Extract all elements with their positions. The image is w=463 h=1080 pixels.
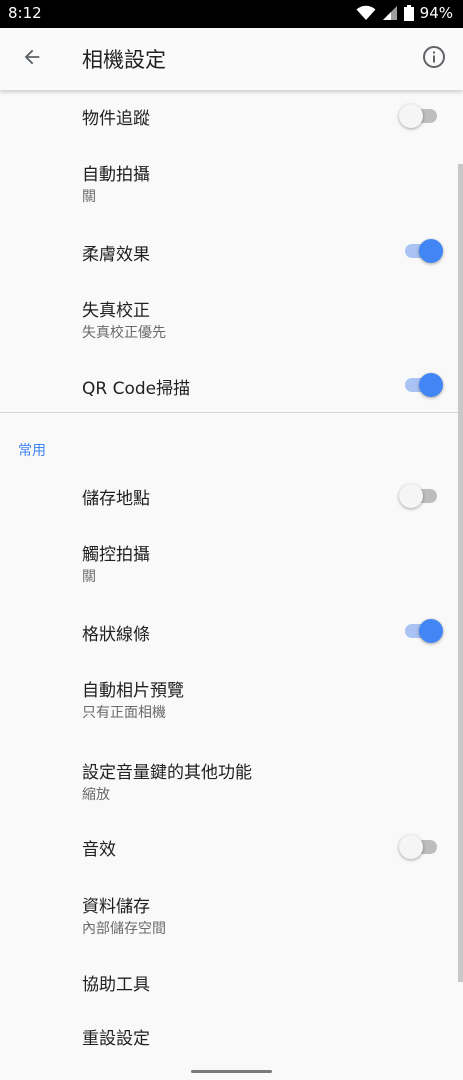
- setting-auto-capture[interactable]: 自動拍攝 關: [0, 148, 463, 210]
- setting-soft-effect[interactable]: 柔膚效果: [0, 226, 463, 278]
- setting-auto-photo-preview[interactable]: 自動相片預覽 只有正面相機: [0, 664, 463, 726]
- app-bar: 相機設定: [0, 28, 463, 90]
- info-icon: [422, 45, 446, 73]
- battery-percentage: 94%: [419, 4, 453, 22]
- setting-distortion-correction[interactable]: 失真校正 失真校正優先: [0, 284, 463, 346]
- setting-title: 自動相片預覽: [82, 681, 184, 701]
- sound-effects-toggle[interactable]: [399, 833, 441, 861]
- wifi-icon: [356, 5, 376, 21]
- status-bar: 8:12 94%: [0, 0, 463, 28]
- home-gesture-handle[interactable]: [191, 1070, 272, 1073]
- setting-value: 失真校正優先: [82, 325, 166, 341]
- info-button[interactable]: [419, 44, 449, 74]
- setting-storage-location[interactable]: 儲存地點: [0, 470, 463, 522]
- setting-title: 物件追蹤: [82, 109, 150, 129]
- grid-lines-toggle[interactable]: [401, 617, 443, 645]
- setting-reset-settings[interactable]: 重設設定: [0, 1010, 463, 1062]
- setting-title: 自動拍攝: [82, 165, 150, 185]
- setting-value: 內部儲存空間: [82, 921, 166, 937]
- setting-value: 關: [82, 189, 96, 205]
- navigation-bar: [0, 1062, 463, 1080]
- setting-title: QR Code掃描: [82, 379, 191, 399]
- setting-title: 設定音量鍵的其他功能: [82, 763, 252, 783]
- setting-title: 協助工具: [82, 975, 150, 995]
- setting-title: 重設設定: [82, 1029, 150, 1049]
- setting-volume-key-function[interactable]: 設定音量鍵的其他功能 縮放: [0, 746, 463, 808]
- setting-value: 關: [82, 569, 96, 585]
- setting-title: 儲存地點: [82, 489, 150, 509]
- storage-location-toggle[interactable]: [399, 482, 441, 510]
- arrow-left-icon: [21, 46, 43, 72]
- setting-title: 柔膚效果: [82, 245, 150, 265]
- setting-touch-capture[interactable]: 觸控拍攝 關: [0, 528, 463, 590]
- setting-qr-code-scan[interactable]: QR Code掃描: [0, 360, 463, 412]
- status-time: 8:12: [8, 4, 42, 22]
- setting-value: 縮放: [82, 787, 110, 803]
- setting-title: 資料儲存: [82, 897, 150, 917]
- scrollbar[interactable]: [458, 164, 463, 982]
- soft-effect-toggle[interactable]: [401, 237, 443, 265]
- setting-title: 格狀線條: [82, 625, 150, 645]
- cell-signal-icon: [382, 5, 398, 21]
- object-tracking-toggle[interactable]: [399, 102, 441, 130]
- section-header-common: 常用: [18, 443, 46, 459]
- setting-accessibility[interactable]: 協助工具: [0, 956, 463, 1008]
- qr-code-scan-toggle[interactable]: [401, 371, 443, 399]
- setting-title: 失真校正: [82, 301, 150, 321]
- setting-grid-lines[interactable]: 格狀線條: [0, 606, 463, 658]
- setting-object-tracking[interactable]: 物件追蹤: [0, 90, 463, 142]
- setting-title: 觸控拍攝: [82, 545, 150, 565]
- setting-value: 只有正面相機: [82, 705, 166, 721]
- battery-icon: [403, 5, 414, 21]
- page-title: 相機設定: [82, 48, 166, 72]
- status-icons: 94%: [356, 4, 453, 22]
- setting-title: 音效: [82, 840, 116, 860]
- section-divider: [0, 412, 463, 413]
- setting-data-storage[interactable]: 資料儲存 內部儲存空間: [0, 880, 463, 942]
- back-button[interactable]: [16, 43, 48, 75]
- setting-sound-effects[interactable]: 音效: [0, 821, 463, 873]
- settings-list: 物件追蹤 自動拍攝 關 柔膚效果 失真校正 失真校正優先 QR Code掃描 常…: [0, 90, 463, 1062]
